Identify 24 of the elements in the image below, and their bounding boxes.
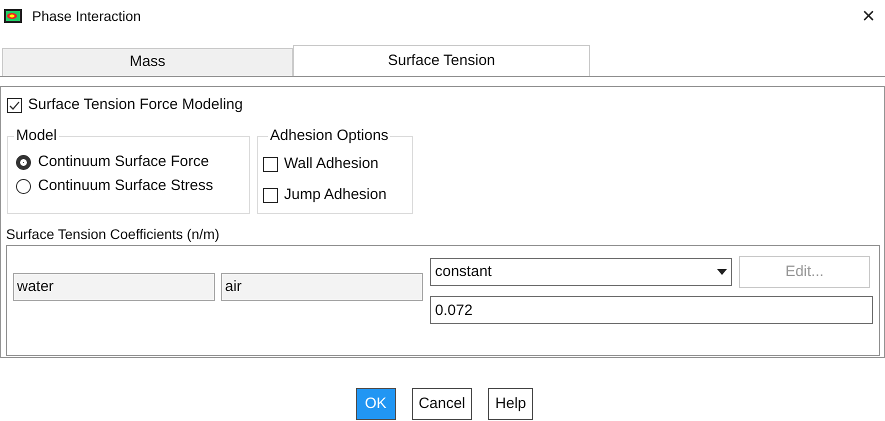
checkbox-label: Surface Tension Force Modeling (28, 94, 243, 115)
app-logo-icon (4, 9, 22, 23)
caret-icon (717, 269, 727, 275)
radio-button[interactable] (16, 179, 31, 194)
value-field[interactable]: 0.072 (430, 296, 873, 324)
radio-button[interactable] (16, 155, 31, 170)
dialog-button[interactable]: Cancel (412, 388, 472, 420)
phase-field: air (221, 273, 423, 301)
method-dropdown[interactable]: constant (430, 258, 732, 286)
section-title: Surface Tension Coefficients (n/m) (6, 225, 220, 244)
close-button[interactable]: × (856, 5, 881, 27)
phase-field: water (13, 273, 215, 301)
checkbox-label: Jump Adhesion (284, 185, 387, 206)
tab[interactable]: Surface Tension (293, 45, 590, 76)
checkbox[interactable] (263, 157, 278, 172)
checkbox-label: Wall Adhesion (284, 154, 378, 174)
radio-label: Continuum Surface Stress (38, 176, 214, 196)
window-title: Phase Interaction (32, 6, 141, 26)
checkbox[interactable] (263, 188, 278, 203)
tab[interactable]: Mass (2, 48, 293, 76)
group-title: Adhesion Options (268, 127, 390, 145)
checkbox[interactable] (7, 98, 22, 112)
radio-label: Continuum Surface Force (38, 152, 209, 172)
dialog-button[interactable]: Help (488, 388, 534, 420)
